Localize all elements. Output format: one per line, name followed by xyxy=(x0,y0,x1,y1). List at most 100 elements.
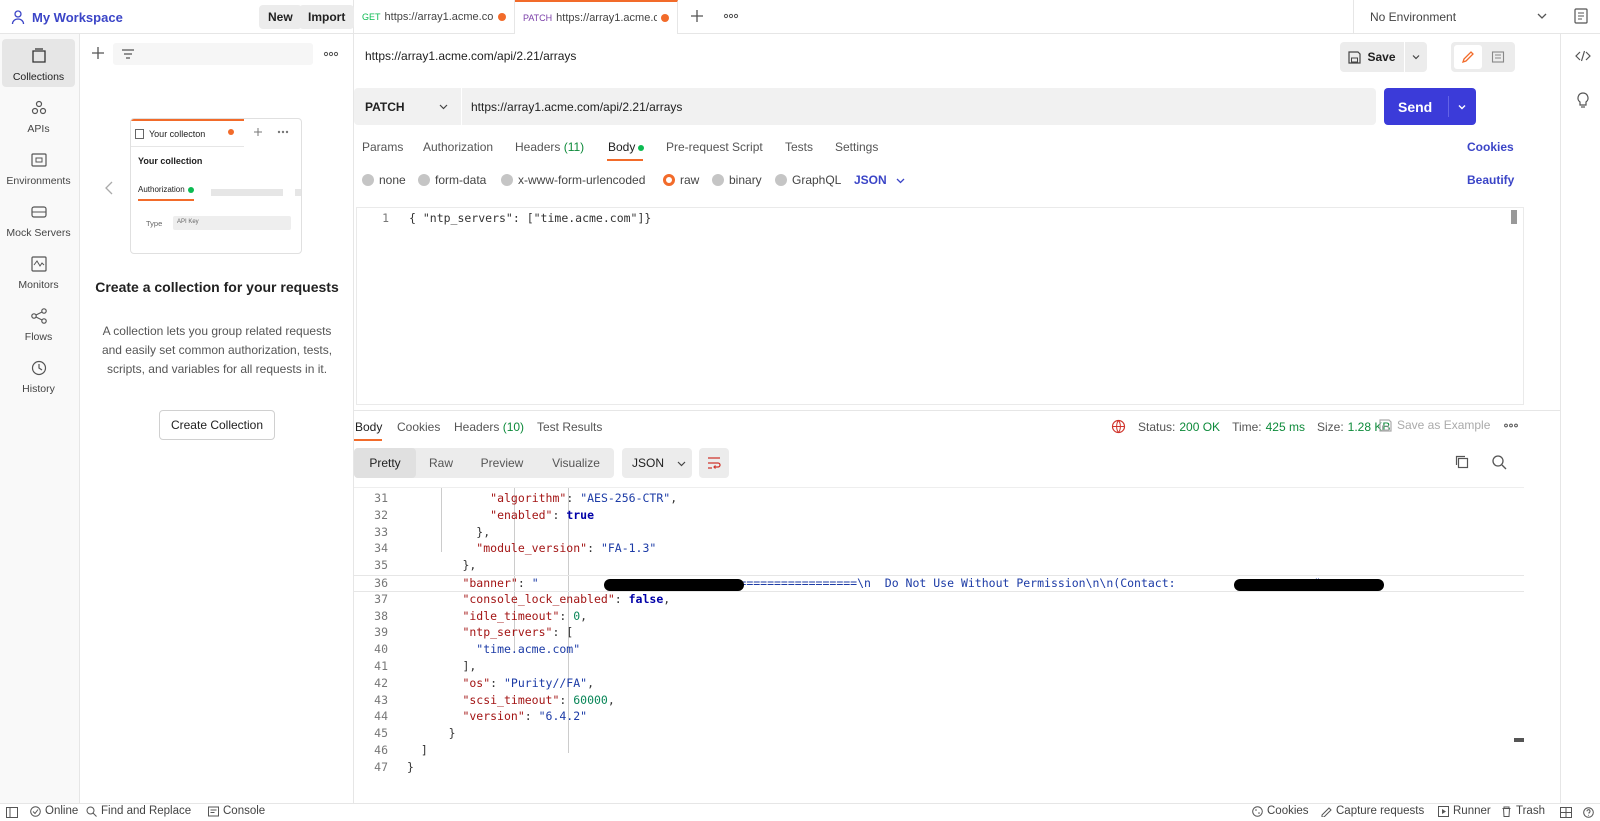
url-value: https://array1.acme.com/api/2.21/arrays xyxy=(471,99,683,114)
send-button[interactable]: Send xyxy=(1384,88,1476,125)
sidebar-item-mock-servers[interactable]: Mock Servers xyxy=(2,195,75,243)
new-tab-plus-icon[interactable] xyxy=(690,9,704,23)
copy-icon[interactable] xyxy=(1454,454,1470,470)
illustration-placeholder-bar xyxy=(211,189,283,196)
collections-icon xyxy=(31,48,46,63)
response-tab-body[interactable]: Body xyxy=(355,420,382,434)
illustration-type-select: API Key xyxy=(173,216,291,230)
tab-settings[interactable]: Settings xyxy=(835,140,878,154)
request-body-editor[interactable]: 1 { "ntp_servers": ["time.acme.com"]} xyxy=(356,207,1524,405)
tab-authorization[interactable]: Authorization xyxy=(423,140,493,154)
tab-params[interactable]: Params xyxy=(362,140,403,154)
url-input[interactable]: https://array1.acme.com/api/2.21/arrays xyxy=(462,88,1376,125)
console-icon xyxy=(208,806,219,816)
code-text: }, xyxy=(462,558,477,573)
response-language-select[interactable]: JSON xyxy=(622,448,692,478)
runner-button[interactable]: Runner xyxy=(1438,805,1491,817)
cookies-button[interactable]: Cookies xyxy=(1252,805,1309,817)
new-button[interactable]: New xyxy=(259,5,302,29)
import-button[interactable]: Import xyxy=(299,5,355,29)
radio-icon xyxy=(362,174,374,186)
sidebar-item-label: Monitors xyxy=(18,279,59,291)
sidebar-item-environments[interactable]: Environments xyxy=(2,143,75,191)
tab-headers[interactable]: Headers (11) xyxy=(515,140,584,154)
line-number: 45 xyxy=(374,726,388,741)
save-button[interactable]: Save xyxy=(1340,42,1404,72)
console-button[interactable]: Console xyxy=(208,805,265,817)
environment-select[interactable]: No Environment xyxy=(1353,0,1560,34)
method-select[interactable]: PATCH xyxy=(354,88,461,125)
tab-body[interactable]: Body xyxy=(608,140,645,154)
save-dropdown[interactable] xyxy=(1405,42,1427,72)
body-mode-graphql[interactable]: GraphQL xyxy=(775,173,841,187)
response-tab-headers[interactable]: Headers (10) xyxy=(454,420,524,434)
body-mode-none[interactable]: none xyxy=(362,173,406,187)
view-tab-raw[interactable]: Raw xyxy=(416,448,466,478)
response-more-icon[interactable] xyxy=(1504,423,1518,428)
save-as-example-button[interactable]: Save as Example xyxy=(1379,418,1490,432)
code-text: "ntp_servers": [ xyxy=(462,625,574,640)
create-collection-button[interactable]: Create Collection xyxy=(159,410,275,440)
workspace-name[interactable]: My Workspace xyxy=(32,10,123,25)
trash-button[interactable]: Trash xyxy=(1501,805,1545,817)
response-body-viewer[interactable]: 31 "algorithm": "AES-256-CTR", 32 "enabled"… xyxy=(354,487,1524,777)
more-icon xyxy=(277,130,289,134)
code-icon[interactable] xyxy=(1575,50,1591,62)
line-number: 43 xyxy=(374,692,388,707)
lightbulb-icon[interactable] xyxy=(1576,92,1590,110)
code-line: 37 "console_lock_enabled": false, xyxy=(354,592,1524,609)
code-text: } xyxy=(448,726,456,741)
documentation-mode-button[interactable] xyxy=(1484,45,1512,69)
body-language-select[interactable]: JSON xyxy=(854,173,906,187)
body-mode-form-data[interactable]: form-data xyxy=(418,173,486,187)
tabs-more-icon[interactable] xyxy=(723,13,739,19)
find-and-replace-button[interactable]: Find and Replace xyxy=(86,805,191,817)
search-icon[interactable] xyxy=(1491,454,1507,470)
sidebar-item-collections[interactable]: Collections xyxy=(2,39,75,87)
status-bar: Online Find and Replace Console Cookies … xyxy=(0,803,1600,821)
help-icon[interactable] xyxy=(1583,807,1594,818)
body-mode-urlencoded[interactable]: x-www-form-urlencoded xyxy=(501,173,645,187)
body-mode-raw[interactable]: raw xyxy=(663,173,699,187)
response-scrollbar-marker[interactable] xyxy=(1514,738,1524,742)
editor-scrollbar[interactable] xyxy=(1511,210,1517,224)
code-text: "algorithm": "AES-256-CTR", xyxy=(490,491,678,505)
request-title[interactable]: https://array1.acme.com/api/2.21/arrays xyxy=(365,49,576,63)
top-bar: My Workspace New Import GET https://arra… xyxy=(0,0,1600,34)
chevron-down-icon[interactable] xyxy=(1457,102,1467,112)
view-tab-visualize[interactable]: Visualize xyxy=(538,448,614,478)
view-tab-pretty[interactable]: Pretty xyxy=(354,448,416,478)
sidebar-item-history[interactable]: History xyxy=(2,351,75,399)
sidebar-item-apis[interactable]: APIs xyxy=(2,91,75,139)
code-line: 32 "enabled": true xyxy=(354,508,1524,525)
history-icon xyxy=(31,360,46,376)
body-mode-binary[interactable]: binary xyxy=(712,173,762,187)
cookies-link[interactable]: Cookies xyxy=(1467,140,1514,154)
sidebar-toggle-icon[interactable] xyxy=(6,807,18,818)
sidebar-item-flows[interactable]: Flows xyxy=(2,299,75,347)
edit-mode-button[interactable] xyxy=(1454,45,1482,69)
add-collection-plus-icon[interactable] xyxy=(91,46,105,60)
tab-prerequest-script[interactable]: Pre-request Script xyxy=(666,140,763,154)
view-tab-preview[interactable]: Preview xyxy=(466,448,538,478)
code-line: 33}, xyxy=(354,525,1524,542)
sidebar-item-monitors[interactable]: Monitors xyxy=(2,247,75,295)
code-text: ], xyxy=(462,659,477,673)
response-tab-test-results[interactable]: Test Results xyxy=(537,420,602,434)
code-line: 41], xyxy=(354,659,1524,676)
chevron-down-icon xyxy=(896,178,905,183)
request-tab-get[interactable]: GET https://array1.acme.com/api/2.21/arr… xyxy=(354,0,515,34)
tab-tests[interactable]: Tests xyxy=(785,140,813,154)
right-panel-icon[interactable] xyxy=(1574,8,1588,24)
capture-requests-button[interactable]: Capture requests xyxy=(1321,805,1424,817)
collections-filter-input[interactable] xyxy=(113,43,313,65)
more-options-icon[interactable] xyxy=(323,51,339,57)
wrap-lines-button[interactable] xyxy=(699,448,729,478)
layout-icon[interactable] xyxy=(1560,807,1572,818)
request-tab-patch[interactable]: PATCH https://array1.acme.com/api/2.21/a… xyxy=(515,0,678,34)
beautify-link[interactable]: Beautify xyxy=(1467,173,1514,187)
globe-error-icon[interactable] xyxy=(1111,419,1126,434)
online-status[interactable]: Online xyxy=(30,805,78,817)
illustration-type-label: Type xyxy=(146,219,163,228)
response-tab-cookies[interactable]: Cookies xyxy=(397,420,440,434)
